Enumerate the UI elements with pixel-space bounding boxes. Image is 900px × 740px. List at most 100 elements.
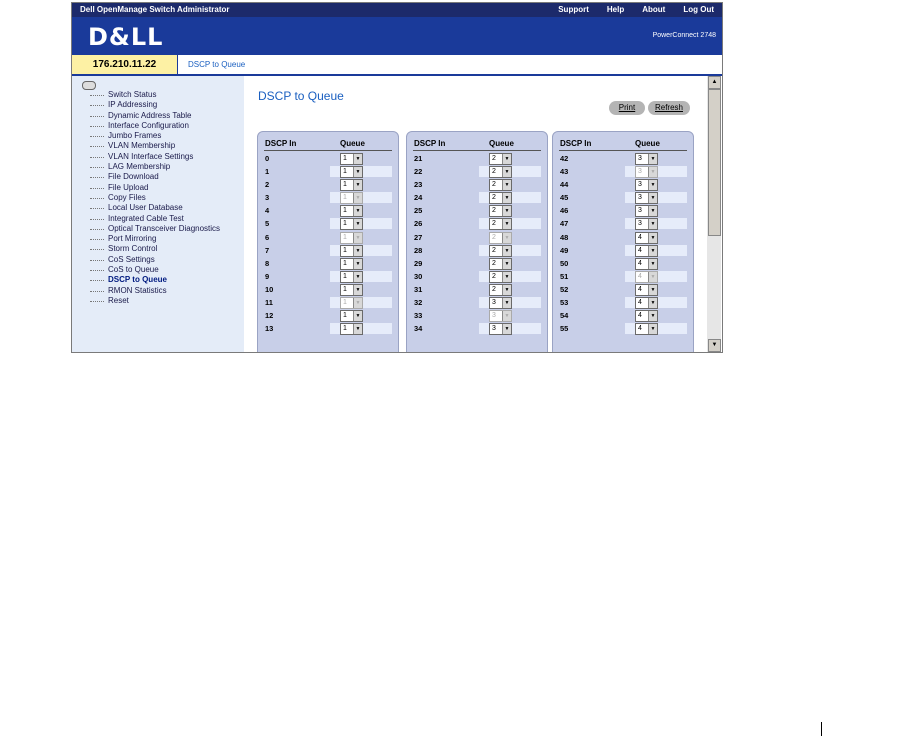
table-row: 31 2 ▼	[407, 283, 547, 296]
queue-select[interactable]: 4 ▼	[635, 231, 658, 244]
scroll-up-icon[interactable]: ▲	[708, 76, 721, 89]
queue-value: 1	[343, 233, 347, 241]
table-row: 9 1 ▼	[258, 270, 398, 283]
sidebar-item[interactable]: DSCP to Queue	[90, 275, 220, 285]
sidebar-item[interactable]: VLAN Membership	[90, 141, 220, 151]
queue-select[interactable]: 1 ▼	[340, 205, 363, 218]
queue-select[interactable]: 2 ▼	[489, 205, 512, 218]
queue-select[interactable]: 1 ▼	[340, 323, 363, 336]
queue-select[interactable]: 4 ▼	[635, 283, 658, 296]
queue-select: 2 ▼	[489, 231, 512, 244]
about-link[interactable]: About	[642, 5, 665, 14]
help-link[interactable]: Help	[607, 5, 624, 14]
sidebar-item[interactable]: Copy Files	[90, 193, 220, 203]
table-row: 48 4 ▼	[553, 231, 693, 244]
table-row: 2 1 ▼	[258, 178, 398, 192]
support-link[interactable]: Support	[558, 5, 589, 14]
queue-value: 4	[638, 312, 642, 320]
dscp-value: 51	[560, 271, 569, 281]
queue-value: 2	[492, 168, 496, 176]
queue-value: 3	[638, 220, 642, 228]
queue-select[interactable]: 3 ▼	[489, 323, 512, 336]
sidebar-item[interactable]: LAG Membership	[90, 162, 220, 172]
queue-select[interactable]: 2 ▼	[489, 270, 512, 283]
queue-select[interactable]: 4 ▼	[635, 244, 658, 257]
table-row: 49 4 ▼	[553, 244, 693, 257]
scroll-thumb[interactable]	[708, 89, 721, 236]
queue-select[interactable]: 4 ▼	[635, 257, 658, 270]
queue-select[interactable]: 3 ▼	[635, 179, 658, 192]
queue-value: 1	[343, 155, 347, 162]
chevron-down-icon: ▼	[502, 284, 511, 295]
queue-select[interactable]: 1 ▼	[340, 153, 363, 165]
sidebar-item[interactable]: IP Addressing	[90, 100, 220, 110]
sidebar-item[interactable]: Integrated Cable Test	[90, 214, 220, 224]
product-name: PowerConnect 2748	[652, 32, 716, 39]
queue-select[interactable]: 2 ▼	[489, 166, 512, 179]
queue-select[interactable]: 3 ▼	[635, 153, 658, 165]
sidebar-item[interactable]: VLAN Interface Settings	[90, 152, 220, 162]
queue-select[interactable]: 4 ▼	[635, 297, 658, 310]
chevron-down-icon: ▼	[353, 232, 362, 243]
queue-select[interactable]: 3 ▼	[489, 297, 512, 310]
chevron-down-icon: ▼	[502, 193, 511, 204]
queue-select[interactable]: 1 ▼	[340, 310, 363, 323]
print-button[interactable]: Print	[609, 101, 645, 115]
sidebar-item[interactable]: Dynamic Address Table	[90, 111, 220, 121]
refresh-button[interactable]: Refresh	[648, 101, 690, 115]
queue-select[interactable]: 2 ▼	[489, 283, 512, 296]
logout-link[interactable]: Log Out	[683, 5, 714, 14]
sidebar-item[interactable]: Interface Configuration	[90, 121, 220, 131]
dscp-value: 4	[265, 206, 270, 216]
app-title: Dell OpenManage Switch Administrator	[80, 5, 230, 14]
tree-root-icon[interactable]	[82, 81, 96, 90]
vertical-scrollbar[interactable]: ▲ ▼	[707, 76, 721, 352]
sidebar-item[interactable]: Switch Status	[90, 90, 220, 100]
queue-select[interactable]: 1 ▼	[340, 270, 363, 283]
table-row: 8 1 ▼	[258, 257, 398, 270]
sidebar-item[interactable]: File Download	[90, 172, 220, 182]
device-ip: 176.210.11.22	[72, 55, 178, 74]
sidebar-item[interactable]: CoS Settings	[90, 255, 220, 265]
queue-select[interactable]: 2 ▼	[489, 179, 512, 192]
table-row: 52 4 ▼	[553, 283, 693, 296]
chevron-down-icon: ▼	[353, 167, 362, 178]
chevron-down-icon: ▼	[353, 271, 362, 282]
scroll-down-icon[interactable]: ▼	[708, 339, 721, 352]
queue-select[interactable]: 2 ▼	[489, 244, 512, 257]
sidebar-item[interactable]: Storm Control	[90, 244, 220, 254]
queue-value: 3	[638, 194, 642, 202]
sidebar-item[interactable]: File Upload	[90, 183, 220, 193]
table-row: 55 4 ▼	[553, 322, 693, 336]
queue-select[interactable]: 1 ▼	[340, 218, 363, 231]
queue-select[interactable]: 3 ▼	[635, 218, 658, 231]
queue-select[interactable]: 3 ▼	[635, 192, 658, 205]
queue-select[interactable]: 1 ▼	[340, 179, 363, 192]
dscp-column: DSCP In Queue 42 3 ▼ 43 3 ▼ 44 3 ▼ 45 3 ▼ 46 3 ▼ 47 3 ▼ 48 4 ▼…	[552, 131, 694, 352]
sidebar-item[interactable]: Jumbo Frames	[90, 131, 220, 141]
chevron-down-icon: ▼	[502, 271, 511, 282]
dscp-value: 9	[265, 271, 270, 281]
sidebar: Switch Status IP Addressing Dynamic Addres…	[72, 76, 244, 352]
sidebar-item[interactable]: CoS to Queue	[90, 265, 220, 275]
queue-select[interactable]: 1 ▼	[340, 166, 363, 179]
table-row: 6 1 ▼	[258, 231, 398, 244]
queue-select[interactable]: 4 ▼	[635, 323, 658, 336]
sidebar-item[interactable]: Port Mirroring	[90, 234, 220, 244]
sidebar-item[interactable]: Local User Database	[90, 203, 220, 213]
queue-select[interactable]: 2 ▼	[489, 257, 512, 270]
queue-select[interactable]: 2 ▼	[489, 192, 512, 205]
chevron-down-icon: ▼	[648, 245, 657, 256]
queue-select[interactable]: 2 ▼	[489, 153, 512, 165]
queue-select[interactable]: 1 ▼	[340, 257, 363, 270]
queue-select: 1 ▼	[340, 192, 363, 205]
sidebar-item[interactable]: Reset	[90, 296, 220, 306]
sidebar-item[interactable]: RMON Statistics	[90, 286, 220, 296]
queue-select[interactable]: 1 ▼	[340, 244, 363, 257]
queue-select[interactable]: 3 ▼	[635, 205, 658, 218]
dscp-value: 0	[265, 154, 270, 163]
sidebar-item[interactable]: Optical Transceiver Diagnostics	[90, 224, 220, 234]
queue-select[interactable]: 1 ▼	[340, 283, 363, 296]
queue-select[interactable]: 2 ▼	[489, 218, 512, 231]
queue-select[interactable]: 4 ▼	[635, 310, 658, 323]
